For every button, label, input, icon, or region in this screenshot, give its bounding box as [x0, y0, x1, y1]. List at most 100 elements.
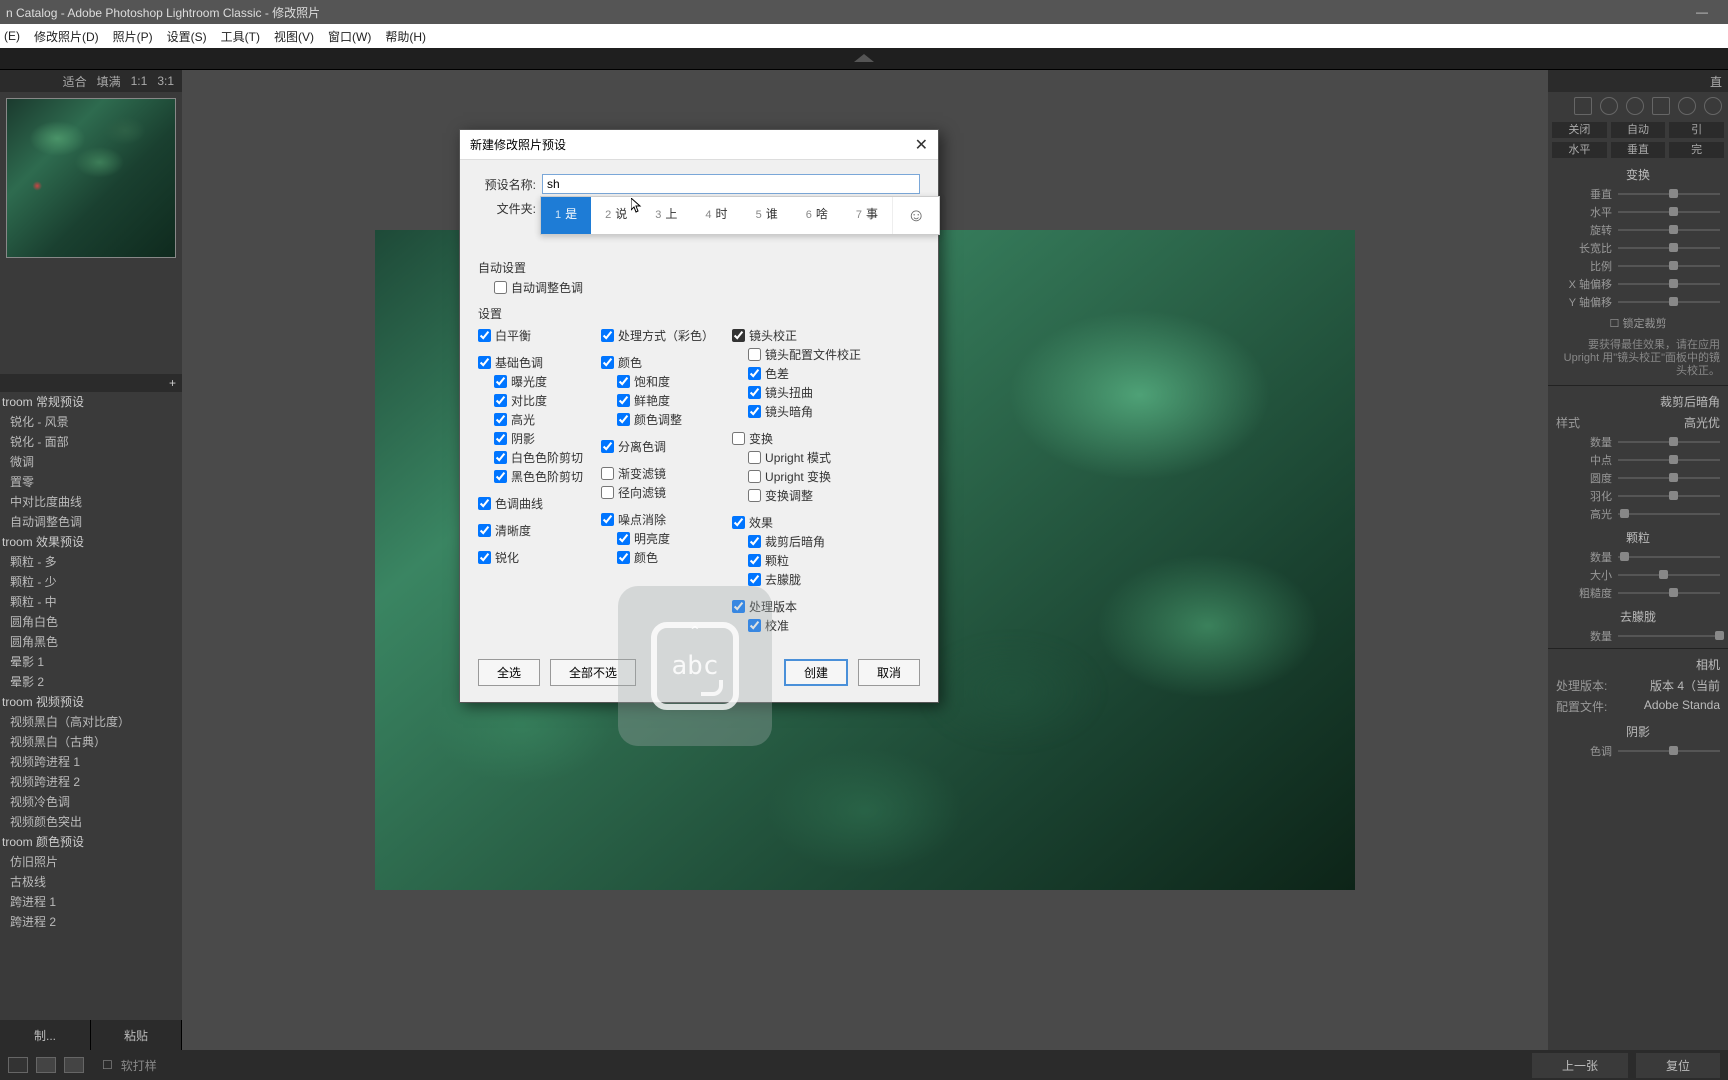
view-before-after-tb[interactable] [64, 1057, 84, 1073]
nav-fit[interactable]: 适合 [63, 73, 87, 90]
navigator-thumbnail[interactable] [6, 98, 176, 258]
slider-track[interactable] [1618, 574, 1720, 576]
radial-tool-icon[interactable] [1678, 97, 1696, 115]
nr-cb[interactable] [601, 513, 614, 526]
vig-cb[interactable] [748, 405, 761, 418]
softproof-label[interactable]: 软打样 [121, 1057, 157, 1074]
crop-tool-icon[interactable] [1574, 97, 1592, 115]
upr-vertical[interactable]: 垂直 [1611, 142, 1666, 158]
preset-item[interactable]: 跨进程 1 [0, 892, 182, 912]
menu-help[interactable]: 帮助(H) [385, 28, 426, 45]
preset-item[interactable]: 自动调整色调 [0, 512, 182, 532]
dialog-close-button[interactable]: ✕ [915, 135, 928, 155]
preset-item[interactable]: 视频黑白（高对比度） [0, 712, 182, 732]
tadj-cb[interactable] [748, 489, 761, 502]
preset-item[interactable]: 视频冷色调 [0, 792, 182, 812]
lens-cb[interactable] [732, 329, 745, 342]
view-loupe[interactable] [8, 1057, 28, 1073]
upmode-cb[interactable] [748, 451, 761, 464]
fx-cb[interactable] [732, 516, 745, 529]
preset-item[interactable]: 晕影 2 [0, 672, 182, 692]
preset-item[interactable]: troom 颜色预设 [0, 832, 182, 852]
split-cb[interactable] [601, 440, 614, 453]
cancel-button[interactable]: 取消 [858, 659, 920, 686]
preset-item[interactable]: 晕影 1 [0, 652, 182, 672]
preset-item[interactable]: 跨进程 2 [0, 912, 182, 932]
tint-slider[interactable] [1618, 750, 1720, 752]
upr-guided[interactable]: 引 [1669, 122, 1724, 138]
preset-name-input[interactable] [542, 174, 920, 194]
copy-button[interactable]: 制... [0, 1020, 91, 1050]
upr-close[interactable]: 关闭 [1552, 122, 1607, 138]
menu-settings[interactable]: 设置(S) [167, 28, 207, 45]
basic-cb[interactable] [478, 356, 491, 369]
nav-1to1[interactable]: 1:1 [131, 74, 148, 88]
slider-track[interactable] [1618, 635, 1720, 637]
preset-item[interactable]: 锐化 - 风景 [0, 412, 182, 432]
ime-candidate[interactable]: 7事 [842, 197, 892, 234]
ime-candidate[interactable]: 6啥 [792, 197, 842, 234]
ime-candidate[interactable]: 5谁 [742, 197, 792, 234]
ime-candidate[interactable]: 3上 [641, 197, 691, 234]
ime-candidate[interactable]: 4时 [691, 197, 741, 234]
sharp-cb[interactable] [478, 551, 491, 564]
create-button[interactable]: 创建 [784, 659, 848, 686]
nav-fill[interactable]: 填满 [97, 73, 121, 90]
preset-item[interactable]: 仿旧照片 [0, 852, 182, 872]
view-before-after-lr[interactable] [36, 1057, 56, 1073]
slider-track[interactable] [1618, 193, 1720, 195]
preset-item[interactable]: 颗粒 - 少 [0, 572, 182, 592]
defr-cb[interactable] [748, 573, 761, 586]
preset-item[interactable]: 中对比度曲线 [0, 492, 182, 512]
reset-button[interactable]: 复位 [1636, 1053, 1720, 1078]
autotone-cb[interactable] [494, 281, 507, 294]
slider-track[interactable] [1618, 265, 1720, 267]
ca-cb[interactable] [748, 367, 761, 380]
wb-cb[interactable] [478, 329, 491, 342]
upr-auto[interactable]: 自动 [1611, 122, 1666, 138]
preset-item[interactable]: 颗粒 - 多 [0, 552, 182, 572]
rad-cb[interactable] [601, 486, 614, 499]
upr-full[interactable]: 完 [1669, 142, 1724, 158]
preset-item[interactable]: troom 效果预设 [0, 532, 182, 552]
ime-candidate[interactable]: 2说 [591, 197, 641, 234]
lock-crop[interactable]: 锁定裁剪 [1548, 311, 1728, 335]
spot-tool-icon[interactable] [1600, 97, 1618, 115]
ime-emoji-button[interactable]: ☺ [892, 197, 939, 234]
preset-item[interactable]: troom 视频预设 [0, 692, 182, 712]
prev-photo-button[interactable]: 上一张 [1532, 1053, 1628, 1078]
slider-track[interactable] [1618, 301, 1720, 303]
tonecurve-cb[interactable] [478, 497, 491, 510]
slider-track[interactable] [1618, 592, 1720, 594]
preset-item[interactable]: 颗粒 - 中 [0, 592, 182, 612]
slider-track[interactable] [1618, 229, 1720, 231]
menu-edit[interactable]: (E) [4, 29, 20, 43]
menu-view[interactable]: 视图(V) [274, 28, 314, 45]
slider-track[interactable] [1618, 211, 1720, 213]
preset-item[interactable]: 置零 [0, 472, 182, 492]
preset-item[interactable]: 视频颜色突出 [0, 812, 182, 832]
slider-track[interactable] [1618, 459, 1720, 461]
slider-track[interactable] [1618, 556, 1720, 558]
slider-track[interactable] [1618, 495, 1720, 497]
nav-3to1[interactable]: 3:1 [157, 74, 174, 88]
slider-track[interactable] [1618, 247, 1720, 249]
color-cb[interactable] [601, 356, 614, 369]
slider-track[interactable] [1618, 477, 1720, 479]
treat-cb[interactable] [601, 329, 614, 342]
preset-list[interactable]: troom 常规预设锐化 - 风景锐化 - 面部微调置零中对比度曲线自动调整色调… [0, 392, 182, 1020]
brush-tool-icon[interactable] [1704, 97, 1722, 115]
vignette-header[interactable]: 裁剪后暗角 [1548, 389, 1728, 412]
upr-level[interactable]: 水平 [1552, 142, 1607, 158]
preset-item[interactable]: 视频跨进程 2 [0, 772, 182, 792]
trans-cb[interactable] [732, 432, 745, 445]
sat-cb[interactable] [617, 375, 630, 388]
grain-cb[interactable] [748, 554, 761, 567]
minimize-button[interactable]: — [1682, 5, 1722, 19]
select-all-button[interactable]: 全选 [478, 659, 540, 686]
preset-item[interactable]: 锐化 - 面部 [0, 432, 182, 452]
uptrans-cb[interactable] [748, 470, 761, 483]
redeye-tool-icon[interactable] [1626, 97, 1644, 115]
dist-cb[interactable] [748, 386, 761, 399]
add-preset-button[interactable]: + [169, 376, 176, 390]
